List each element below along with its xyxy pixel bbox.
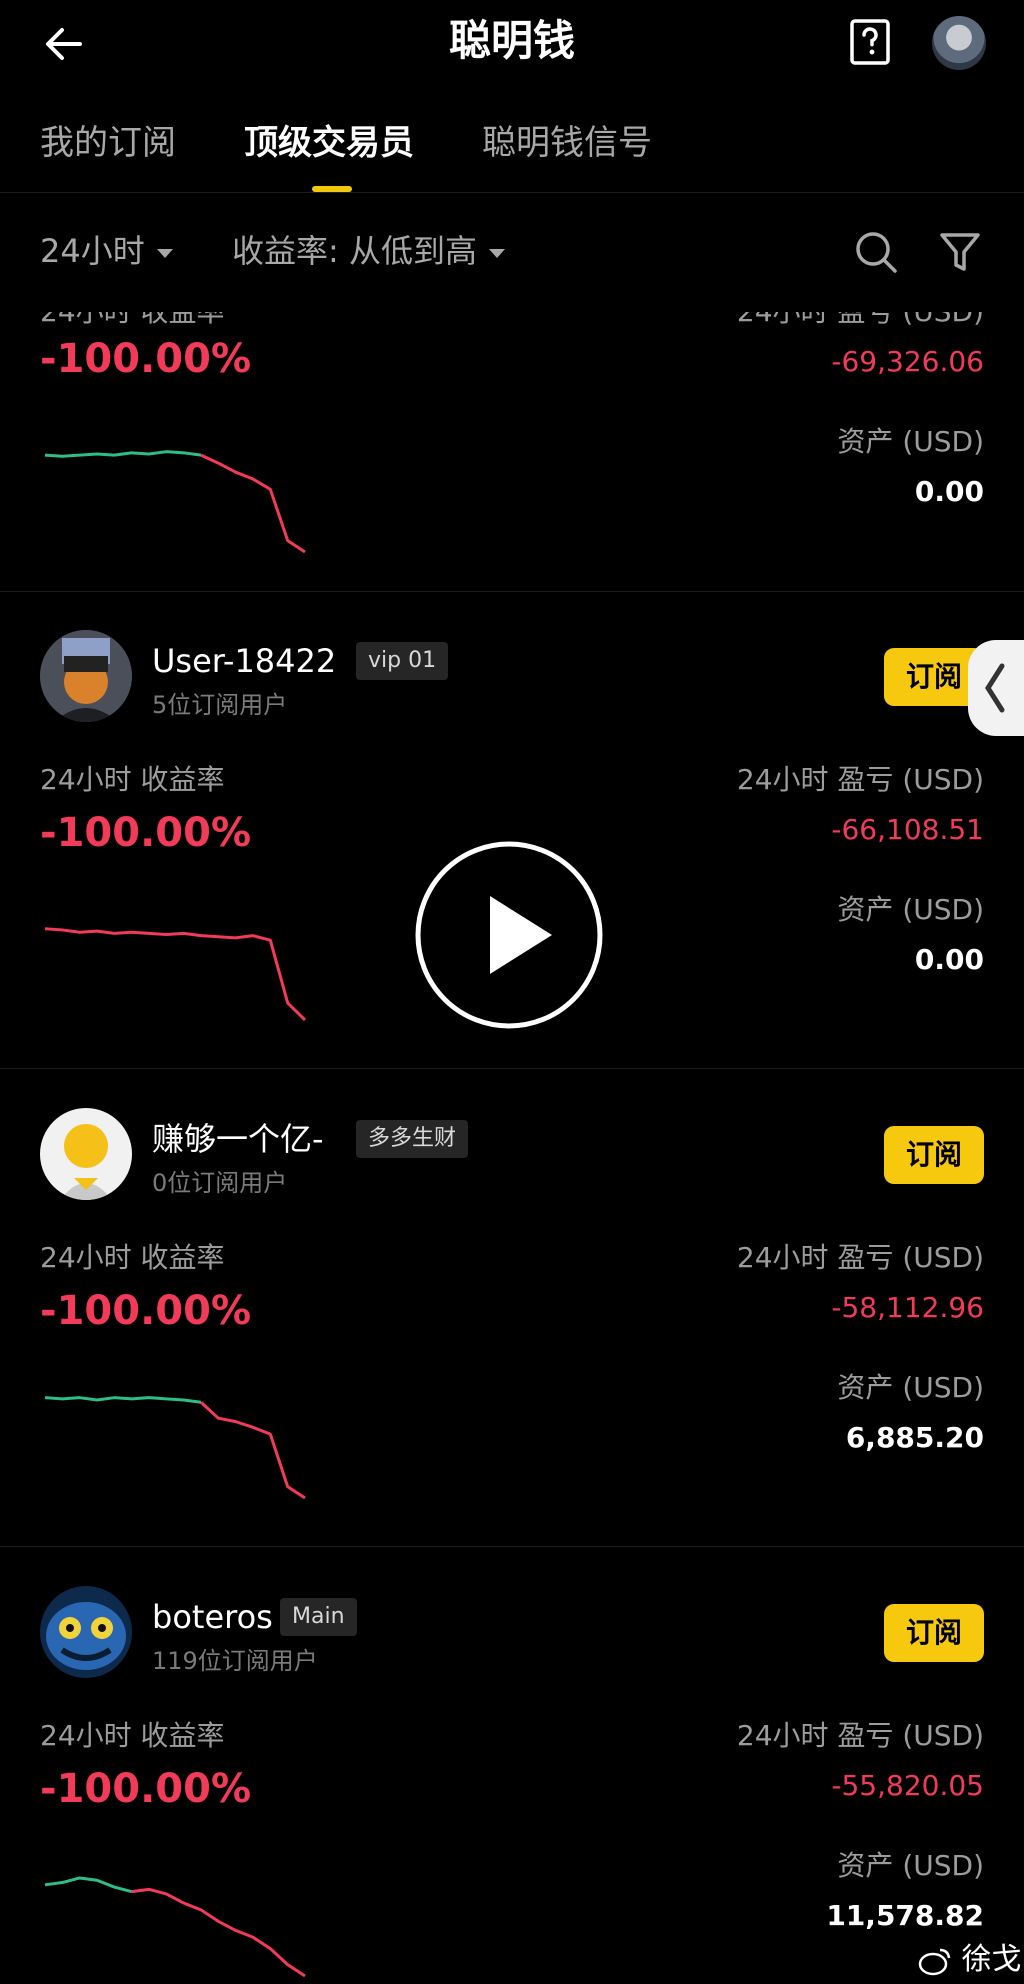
trader-name[interactable]: User-18422: [152, 640, 336, 682]
chevron-down-icon: [156, 248, 173, 258]
trader-badge: vip 01: [356, 642, 449, 680]
tab-my-subscriptions[interactable]: 我的订阅: [40, 118, 176, 168]
sparkline-gain-segment: [44, 1396, 202, 1404]
subscribe-button[interactable]: 订阅: [884, 1126, 984, 1184]
watermark-text: 徐戈: [961, 1942, 1022, 1977]
sparkline-loss-segment: [200, 453, 306, 554]
chevron-left-icon: [985, 663, 1005, 713]
roi-value: -100.00%: [40, 1288, 252, 1334]
help-button[interactable]: [848, 18, 892, 66]
search-button[interactable]: [852, 228, 900, 276]
trader-badge: Main: [280, 1598, 357, 1636]
avatar-image: [40, 1108, 132, 1200]
assets-label: 资产 (USD): [837, 893, 984, 926]
trader-list[interactable]: 24小时 收益率 24小时 盈亏 (USD) -100.00% -69,326.…: [0, 290, 1024, 1984]
trader-badge: 多多生财: [356, 1120, 469, 1158]
assets-value: 6,885.20: [845, 1421, 984, 1454]
period-dropdown[interactable]: 24小时: [40, 226, 173, 276]
roi-value: -100.00%: [40, 810, 252, 856]
sparkline-loss-segment: [199, 1401, 306, 1500]
sparkline-gain-segment: [44, 450, 202, 458]
funnel-icon: [940, 233, 980, 271]
assets-label: 资产 (USD): [837, 1371, 984, 1404]
avatar-image: [40, 1586, 132, 1678]
sparkline-chart: [44, 1396, 306, 1500]
pnl-label: 24小时 盈亏 (USD): [736, 763, 984, 796]
trader-card[interactable]: 24小时 收益率 24小时 盈亏 (USD) -100.00% -69,326.…: [0, 290, 1024, 554]
sort-dropdown[interactable]: 收益率: 从低到高: [232, 226, 505, 276]
filter-button[interactable]: [938, 228, 982, 276]
assets-label: 资产 (USD): [837, 1849, 984, 1882]
chevron-down-icon: [488, 248, 505, 258]
sparkline-chart: [44, 450, 306, 554]
assets-label: 资产 (USD): [837, 425, 984, 458]
sparkline-gain-segment: [44, 1876, 133, 1894]
trader-avatar: [40, 1586, 132, 1678]
subscriber-count: 119位订阅用户: [152, 1647, 318, 1675]
roi-value: -100.00%: [40, 336, 252, 382]
weibo-icon: [918, 1948, 951, 1975]
subscriber-count: 5位订阅用户: [152, 691, 288, 719]
roi-label: 24小时 收益率: [40, 1719, 225, 1752]
pnl-label: 24小时 盈亏 (USD): [736, 1719, 984, 1752]
pnl-value: -66,108.51: [831, 813, 984, 846]
sparkline-loss-segment: [44, 927, 307, 1022]
avatar-image: [40, 630, 132, 722]
pnl-label: 24小时 盈亏 (USD): [736, 1241, 984, 1274]
side-panel-handle[interactable]: [968, 640, 1024, 736]
subscribe-button[interactable]: 订阅: [884, 1604, 984, 1662]
roi-label: 24小时 收益率: [40, 295, 225, 328]
pnl-value: -58,112.96: [831, 1291, 984, 1324]
card-divider: [0, 1546, 1024, 1547]
user-avatar[interactable]: [932, 16, 986, 70]
video-play-button[interactable]: [414, 840, 604, 1030]
sparkline-chart: [44, 927, 307, 1022]
trader-avatar: [40, 630, 132, 722]
play-icon: [415, 841, 603, 1029]
trader-name[interactable]: 赚够一个亿-: [152, 1118, 324, 1160]
period-value: 24小时: [40, 232, 145, 270]
trader-card[interactable]: 赚够一个亿- 多多生财 0位订阅用户 订阅 24小时 收益率 24小时 盈亏 (…: [0, 1070, 1024, 1548]
tab-smart-money-signals[interactable]: 聪明钱信号: [482, 118, 652, 168]
subscriber-count: 0位订阅用户: [152, 1169, 288, 1197]
question-book-icon: [850, 19, 890, 65]
tabs-divider: [0, 192, 1024, 193]
assets-value: 11,578.82: [826, 1899, 984, 1932]
pnl-label: 24小时 盈亏 (USD): [736, 295, 984, 328]
sort-value: 收益率: 从低到高: [232, 232, 477, 270]
roi-value: -100.00%: [40, 1766, 252, 1812]
card-divider: [0, 1068, 1024, 1069]
roi-label: 24小时 收益率: [40, 763, 225, 796]
trader-avatar: [40, 1108, 132, 1200]
sparkline-chart: [44, 1876, 306, 1978]
roi-label: 24小时 收益率: [40, 1241, 225, 1274]
pnl-value: -55,820.05: [831, 1769, 984, 1802]
trader-name[interactable]: boteros: [152, 1596, 273, 1638]
trader-card[interactable]: boteros Main 119位订阅用户 订阅 24小时 收益率 24小时 盈…: [0, 1548, 1024, 1984]
tab-top-traders[interactable]: 顶级交易员: [244, 118, 414, 168]
app-header: 聪明钱: [0, 0, 1024, 90]
search-icon: [856, 232, 897, 273]
watermark: 徐戈: [918, 1942, 1022, 1978]
assets-value: 0.00: [914, 475, 984, 508]
pnl-value: -69,326.06: [831, 345, 984, 378]
assets-value: 0.00: [914, 943, 984, 976]
sparkline-loss-segment: [131, 1887, 306, 1978]
